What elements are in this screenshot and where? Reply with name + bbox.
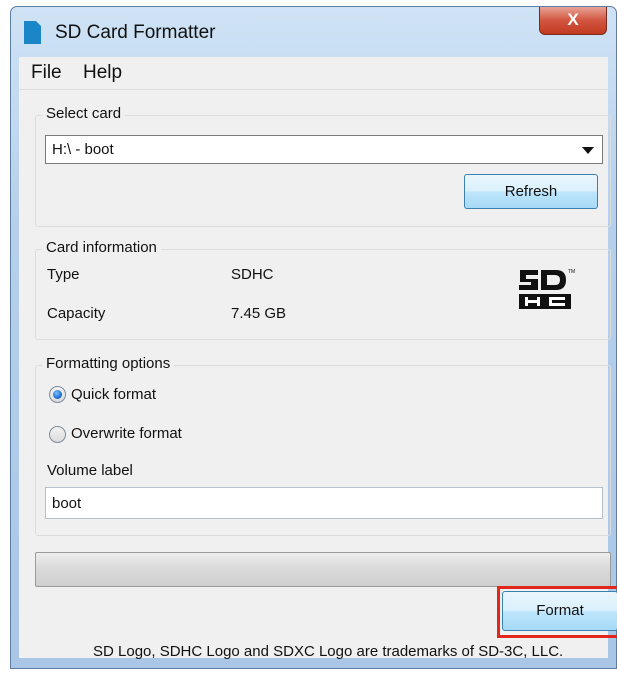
capacity-value: 7.45 GB bbox=[231, 305, 287, 322]
window-title: SD Card Formatter bbox=[55, 22, 216, 43]
card-select-value: H:\ - boot bbox=[52, 141, 114, 158]
card-select[interactable]: H:\ - boot bbox=[45, 135, 603, 164]
dropdown-arrow-icon bbox=[582, 147, 594, 154]
type-value: SDHC bbox=[231, 266, 274, 283]
quick-format-label[interactable]: Quick format bbox=[71, 386, 156, 403]
overwrite-format-label[interactable]: Overwrite format bbox=[71, 425, 182, 442]
formatting-options-label: Formatting options bbox=[42, 355, 175, 372]
svg-text:TM: TM bbox=[568, 269, 575, 275]
trademark-notice: SD Logo, SDHC Logo and SDXC Logo are tra… bbox=[93, 643, 564, 660]
refresh-button[interactable]: Refresh bbox=[464, 174, 598, 209]
close-button[interactable]: X bbox=[539, 7, 607, 35]
volume-label-value: boot bbox=[52, 495, 82, 512]
title-bar[interactable]: SD Card Formatter X bbox=[11, 7, 616, 55]
type-label: Type bbox=[47, 266, 80, 283]
volume-label-caption: Volume label bbox=[47, 462, 133, 479]
quick-format-radio[interactable] bbox=[49, 386, 66, 403]
menu-bar: File Help bbox=[19, 57, 608, 90]
sdhc-logo-icon: TM bbox=[519, 269, 575, 309]
card-information-label: Card information bbox=[42, 239, 161, 256]
overwrite-format-radio[interactable] bbox=[49, 426, 66, 443]
capacity-label: Capacity bbox=[47, 305, 106, 322]
app-window: SD Card Formatter X File Help Select car… bbox=[10, 6, 617, 669]
sd-card-icon bbox=[24, 21, 41, 44]
menu-file[interactable]: File bbox=[31, 62, 62, 84]
menu-help[interactable]: Help bbox=[83, 62, 122, 84]
select-card-label: Select card bbox=[42, 105, 126, 122]
select-card-group: Select card bbox=[35, 105, 611, 227]
progress-bar bbox=[35, 552, 611, 587]
volume-label-input[interactable]: boot bbox=[45, 487, 603, 519]
format-button[interactable]: Format bbox=[502, 591, 617, 631]
main-panel: Select card H:\ - boot Refresh Card info… bbox=[19, 90, 617, 660]
